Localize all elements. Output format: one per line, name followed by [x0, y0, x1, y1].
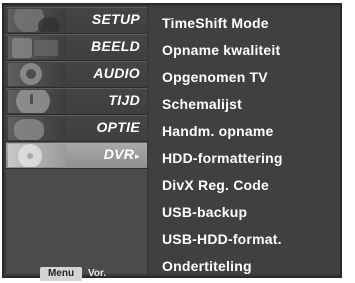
- dvr-disc-thumbnail-icon: [8, 144, 66, 167]
- option-thumbnail-icon: [8, 117, 66, 140]
- category-optie[interactable]: OPTIE: [6, 115, 147, 142]
- category-audio[interactable]: AUDIO: [6, 61, 147, 88]
- option-schemalijst[interactable]: Schemalijst: [162, 96, 242, 112]
- menu-button[interactable]: Menu: [40, 267, 82, 281]
- audio-thumbnail-icon: [8, 63, 66, 86]
- category-label: DVR▸: [103, 146, 140, 162]
- tv-osd-menu: SETUP BEELD AUDIO TIJD OPTIE DVR▸ Menu V…: [2, 3, 342, 281]
- category-beeld[interactable]: BEELD: [6, 34, 147, 61]
- option-ondertiteling[interactable]: Ondertiteling: [162, 258, 252, 274]
- option-opgenomen-tv[interactable]: Opgenomen TV: [162, 69, 268, 85]
- category-label: AUDIO: [93, 65, 140, 81]
- setup-thumbnail-icon: [8, 9, 66, 32]
- option-usb-hdd-format[interactable]: USB-HDD-format.: [162, 231, 282, 247]
- category-label: TIJD: [108, 92, 140, 108]
- category-dvr[interactable]: DVR▸: [6, 142, 147, 169]
- category-setup[interactable]: SETUP: [6, 7, 147, 34]
- options-panel: TimeShift Mode Opname kwaliteit Opgenome…: [149, 7, 340, 274]
- category-label: OPTIE: [96, 119, 140, 135]
- option-usb-backup[interactable]: USB-backup: [162, 204, 247, 220]
- option-handm-opname[interactable]: Handm. opname: [162, 123, 274, 139]
- option-hdd-formattering[interactable]: HDD-formattering: [162, 150, 283, 166]
- option-timeshift-mode[interactable]: TimeShift Mode: [162, 15, 269, 31]
- menu-hint: Vor.: [88, 268, 107, 279]
- option-divx-reg-code[interactable]: DivX Reg. Code: [162, 177, 269, 193]
- option-opname-kwaliteit[interactable]: Opname kwaliteit: [162, 42, 280, 58]
- category-label: BEELD: [91, 38, 140, 54]
- submenu-arrow-icon: ▸: [135, 151, 140, 161]
- category-tijd[interactable]: TIJD: [6, 88, 147, 115]
- picture-thumbnail-icon: [8, 36, 66, 59]
- category-panel: SETUP BEELD AUDIO TIJD OPTIE DVR▸ Menu V…: [6, 7, 147, 281]
- clock-thumbnail-icon: [8, 90, 66, 113]
- category-label: SETUP: [91, 11, 140, 27]
